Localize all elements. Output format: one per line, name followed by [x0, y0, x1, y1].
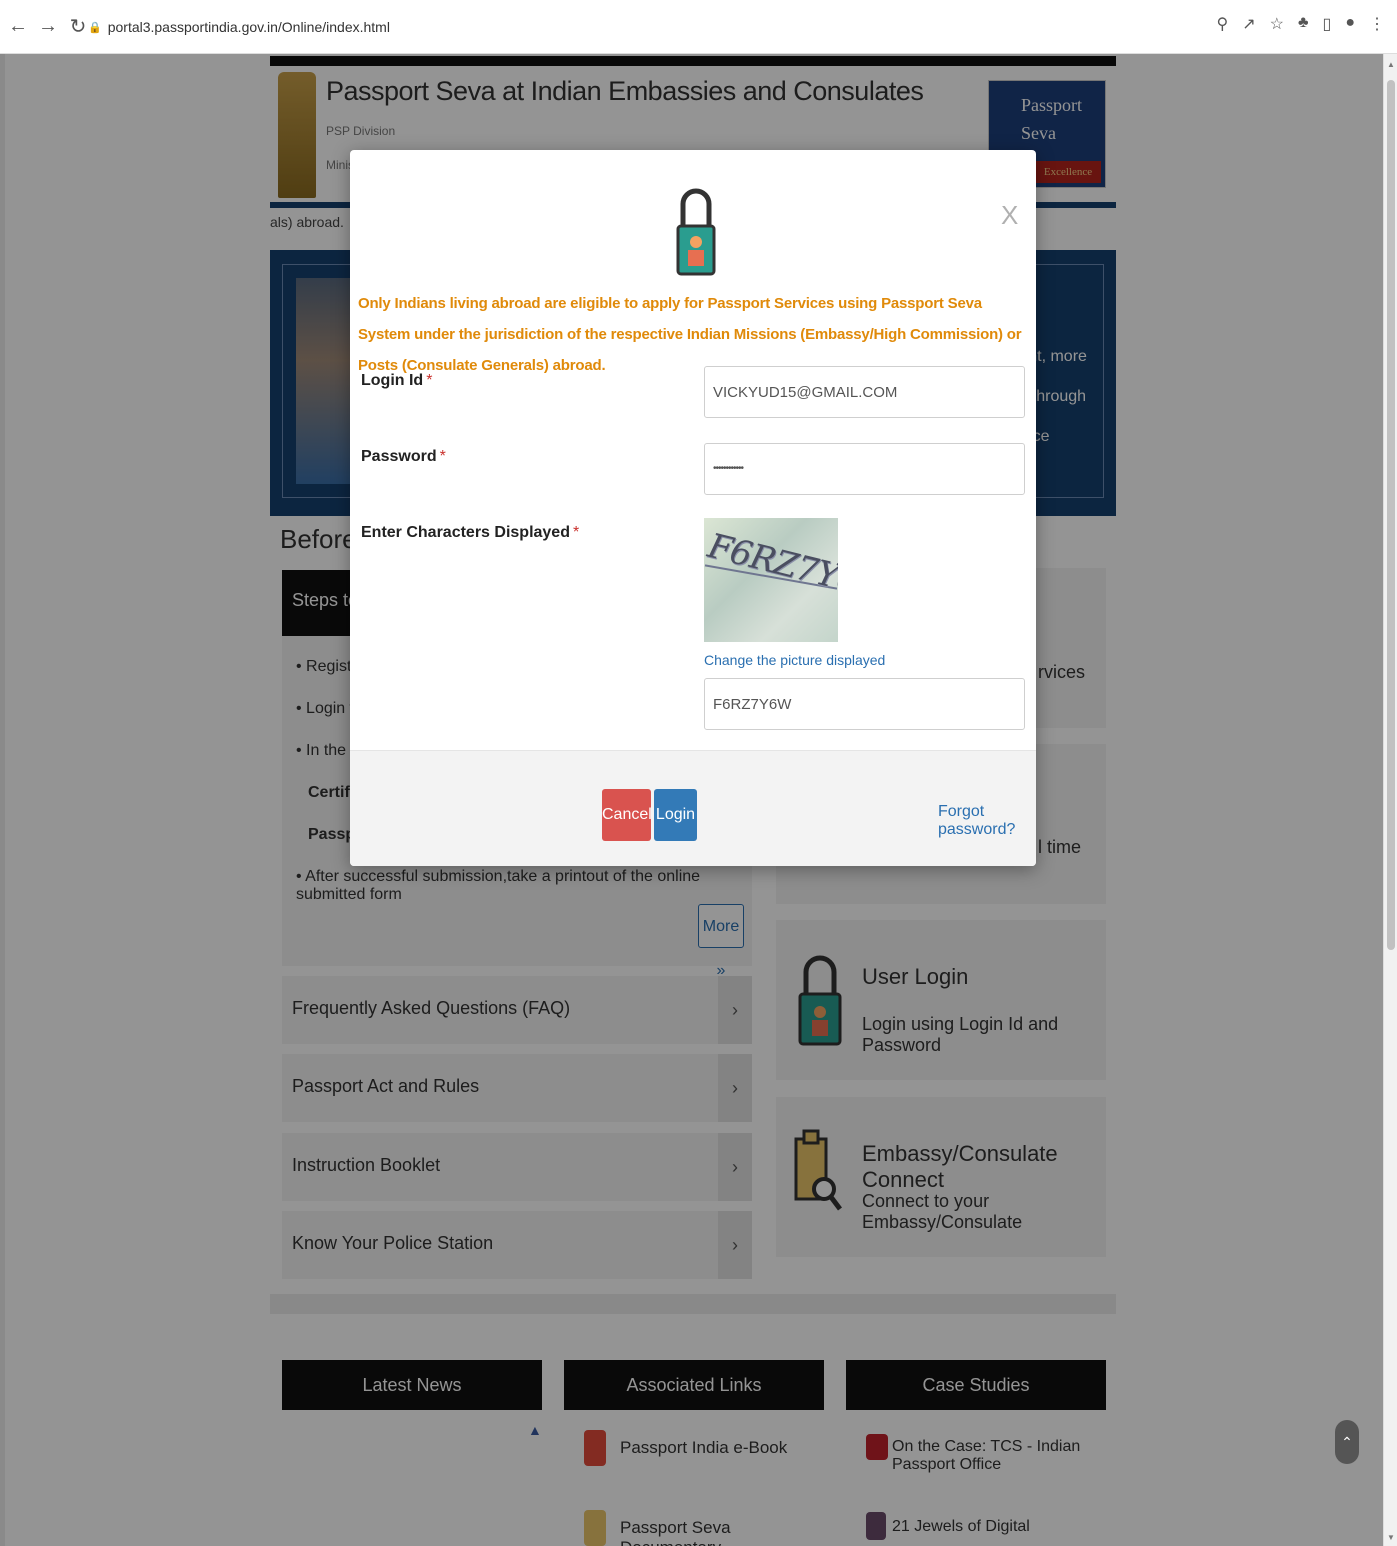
captcha-text: F6RZ7Y6W	[704, 525, 838, 611]
key-icon[interactable]: ⚲	[1217, 14, 1229, 34]
scroll-down-icon[interactable]: ▼	[1387, 1533, 1395, 1542]
captcha-image: F6RZ7Y6W	[704, 518, 838, 642]
browser-toolbar: ← → ↻ 🔒 portal3.passportindia.gov.in/Onl…	[0, 0, 1397, 54]
profile-icon[interactable]: ●	[1345, 14, 1355, 34]
menu-icon[interactable]: ⋮	[1369, 14, 1385, 34]
captcha-input[interactable]	[704, 678, 1025, 730]
share-icon[interactable]: ↗	[1242, 14, 1255, 34]
reload-icon[interactable]: ↻	[66, 15, 90, 39]
page-scrollbar[interactable]: ▲ ▼	[1383, 54, 1397, 1546]
login-modal: X Only Indians living abroad are eligibl…	[350, 150, 1036, 866]
browser-actions: ⚲ ↗ ☆ ♣ ▯ ● ⋮	[1217, 14, 1385, 34]
login-button[interactable]: Login	[654, 789, 697, 841]
forgot-password-link[interactable]: Forgot password?	[938, 803, 1036, 839]
lock-icon[interactable]: 🔒	[88, 21, 102, 34]
password-input[interactable]: ••••••••••••	[704, 443, 1025, 495]
login-id-input[interactable]	[704, 366, 1025, 418]
password-label: Password *	[361, 448, 446, 465]
scroll-to-top-button[interactable]: ⌃	[1335, 1420, 1359, 1464]
close-button[interactable]: X	[1001, 200, 1018, 231]
extensions-icon[interactable]: ♣	[1298, 14, 1309, 34]
login-id-label: Login Id *	[361, 372, 433, 389]
cancel-button[interactable]: Cancel	[602, 789, 652, 841]
forward-icon[interactable]: →	[36, 15, 60, 39]
back-icon[interactable]: ←	[6, 15, 30, 39]
change-captcha-link[interactable]: Change the picture displayed	[704, 652, 885, 668]
captcha-label: Enter Characters Displayed *	[361, 524, 580, 541]
star-icon[interactable]: ☆	[1270, 14, 1284, 34]
modal-footer: Cancel Login Forgot password?	[350, 750, 1036, 866]
scroll-up-icon[interactable]: ▲	[1387, 60, 1395, 69]
padlock-icon	[676, 188, 716, 276]
url-text: portal3.passportindia.gov.in/Online/inde…	[107, 19, 390, 35]
sidebar-icon[interactable]: ▯	[1323, 14, 1332, 34]
address-bar[interactable]: 🔒 portal3.passportindia.gov.in/Online/in…	[88, 12, 1208, 42]
scrollbar-thumb[interactable]	[1387, 80, 1395, 950]
